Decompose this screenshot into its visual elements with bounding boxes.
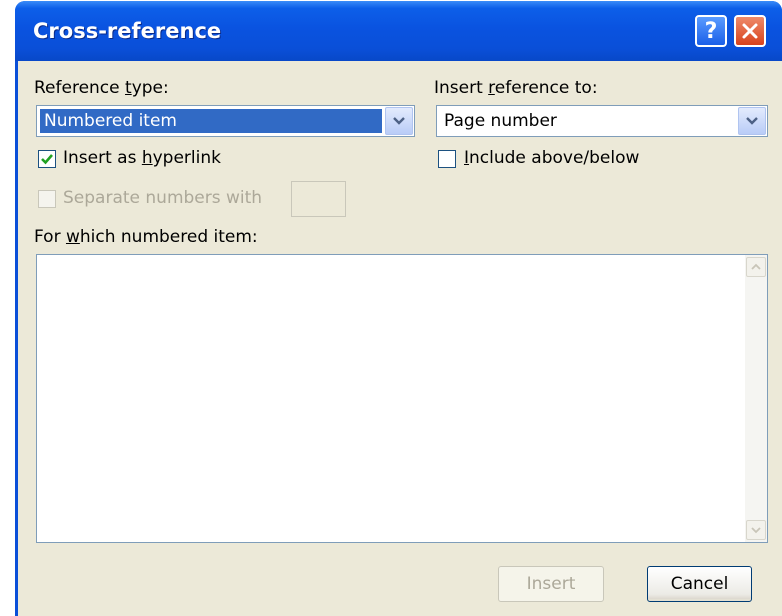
separate-numbers-input[interactable] (291, 181, 346, 217)
dialog-content: Reference type: Numbered item Insert ref… (18, 61, 782, 616)
scroll-up-icon (751, 263, 761, 270)
check-icon (41, 154, 53, 165)
insert-reference-to-value: Page number (444, 111, 557, 131)
scroll-down-icon (751, 527, 761, 534)
scroll-up-button[interactable] (746, 257, 766, 277)
include-above-below-label[interactable]: Include above/below (464, 148, 639, 168)
close-icon (742, 23, 758, 39)
help-icon: ? (704, 18, 718, 44)
numbered-items-list[interactable] (36, 254, 768, 543)
insert-reference-to-select[interactable]: Page number (436, 105, 768, 137)
cancel-button[interactable]: Cancel (647, 566, 752, 602)
reference-type-value: Numbered item (40, 109, 382, 133)
separate-numbers-label: Separate numbers with (63, 188, 263, 208)
cross-reference-dialog: Cross-reference ? Reference type: Number… (15, 1, 782, 616)
chevron-down-icon (393, 117, 405, 125)
separate-numbers-checkbox[interactable] (38, 190, 56, 208)
chevron-down-icon (746, 117, 758, 125)
close-button[interactable] (734, 15, 766, 47)
title-bar[interactable]: Cross-reference ? (15, 1, 782, 61)
insert-as-hyperlink-checkbox[interactable] (38, 150, 56, 168)
insert-reference-to-dropdown-button[interactable] (738, 107, 766, 135)
help-button[interactable]: ? (695, 15, 727, 47)
include-above-below-checkbox[interactable] (438, 150, 456, 168)
reference-type-dropdown-button[interactable] (385, 107, 413, 135)
window-title: Cross-reference (33, 19, 222, 43)
scroll-down-button[interactable] (746, 520, 766, 540)
vertical-scrollbar[interactable] (745, 255, 767, 542)
reference-type-label: Reference type: (34, 78, 169, 98)
for-which-label: For which numbered item: (34, 227, 258, 247)
insert-button[interactable]: Insert (498, 566, 604, 602)
insert-reference-to-label: Insert reference to: (434, 78, 598, 98)
insert-as-hyperlink-label[interactable]: Insert as hyperlink (63, 148, 221, 168)
reference-type-select[interactable]: Numbered item (36, 105, 415, 137)
